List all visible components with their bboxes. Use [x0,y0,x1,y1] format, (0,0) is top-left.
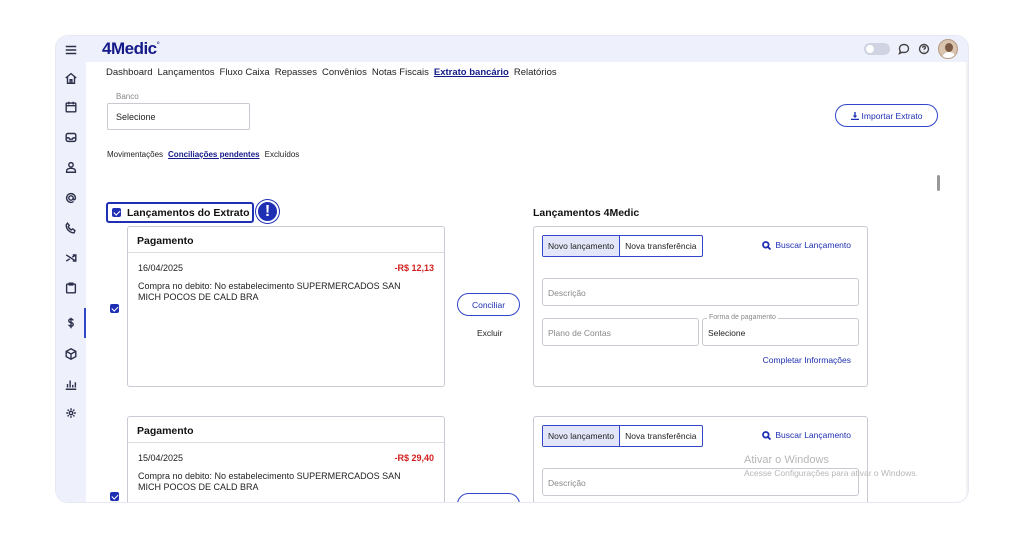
select-all-checkbox[interactable] [112,208,121,217]
buscar-lancamento-label: Buscar Lançamento [775,240,851,250]
excluir-link[interactable]: Excluir [477,328,503,338]
windows-watermark-text: Acesse Configurações para ativar o Windo… [744,468,918,478]
main-nav: Dashboard Lançamentos Fluxo Caixa Repass… [106,67,557,78]
topbar-icons [864,39,958,59]
nav-item-repasses[interactable]: Repasses [275,67,317,78]
sidebar [56,36,86,502]
tab-movimentacoes[interactable]: Movimentações [107,150,163,159]
box-icon[interactable] [63,346,79,362]
descricao-input[interactable]: Descrição [542,278,859,306]
tab-conciliacoes-pendentes[interactable]: Conciliações pendentes [168,150,260,159]
app-window: 4Medic° Dashboard Lançamentos Fluxo Caix… [56,36,968,502]
calendar-icon[interactable] [63,99,79,115]
nova-transferencia-tab[interactable]: Nova transferência [620,426,701,446]
entry-date: 16/04/2025 [138,263,184,273]
buscar-lancamento-link[interactable]: Buscar Lançamento [762,240,851,250]
forma-pagamento-value: Selecione [708,328,746,338]
nav-item-relatorios[interactable]: Relatórios [514,67,557,78]
help-icon[interactable] [918,43,930,55]
theme-toggle[interactable] [864,43,890,55]
download-icon [850,111,859,120]
entry-amount: -R$ 29,40 [394,453,434,463]
entry-card: Pagamento 15/04/2025 -R$ 29,40 Compra no… [127,416,445,502]
buscar-lancamento-label: Buscar Lançamento [775,430,851,440]
entry-checkbox[interactable] [110,304,119,313]
menu-icon[interactable] [63,42,79,58]
forma-pagamento-select[interactable]: Forma de pagamento Selecione [702,314,859,346]
entry-title: Pagamento [128,417,444,443]
forma-pagamento-label: Forma de pagamento [707,314,778,321]
avatar[interactable] [938,39,958,59]
nav-item-extrato-bancario[interactable]: Extrato bancário [434,67,509,78]
chart-icon[interactable] [63,376,79,392]
import-extrato-button[interactable]: Importar Extrato [835,104,938,127]
search-icon [762,430,772,440]
subtabs: Movimentações Conciliações pendentes Exc… [107,150,299,159]
entry-description: Compra no debito: No estabelecimento SUP… [138,281,401,302]
user-icon[interactable] [63,159,79,175]
extrato-title: Lançamentos do Extrato [127,206,250,219]
nav-item-convenios[interactable]: Convênios [322,67,367,78]
conciliar-button[interactable]: Conciliar [457,293,520,316]
conciliar-button[interactable] [457,493,520,502]
windows-watermark-title: Ativar o Windows [744,454,829,466]
shuffle-icon[interactable] [63,250,79,266]
entry-amount: -R$ 12,13 [394,263,434,273]
logo-text: 4Medic [102,39,157,58]
topbar: 4Medic° [86,36,968,62]
entry-description: Compra no debito: No estabelecimento SUP… [138,471,401,492]
scrollbar-track[interactable] [966,62,968,502]
phone-icon[interactable] [63,220,79,236]
tab-excluidos[interactable]: Excluídos [265,150,300,159]
extrato-header[interactable]: Lançamentos do Extrato [106,202,254,223]
settings-icon[interactable] [63,405,79,421]
scrollbar-thumb[interactable] [937,175,940,191]
buscar-lancamento-link[interactable]: Buscar Lançamento [762,430,851,440]
clipboard-icon[interactable] [63,280,79,296]
search-icon [762,240,772,250]
medic-form: Novo lançamento Nova transferência Busca… [533,226,868,387]
completar-informacoes-link[interactable]: Completar Informações [763,355,851,365]
nova-transferencia-tab[interactable]: Nova transferência [620,236,701,256]
home-icon[interactable] [63,70,79,86]
entry-checkbox[interactable] [110,492,119,501]
import-extrato-label: Importar Extrato [861,110,923,121]
launch-type-toggle: Novo lançamento Nova transferência [542,425,703,447]
novo-lancamento-tab[interactable]: Novo lançamento [543,426,621,446]
banco-label: Banco [116,92,139,101]
at-icon[interactable] [63,190,79,206]
app-logo[interactable]: 4Medic° [102,39,160,59]
nav-item-fluxo-caixa[interactable]: Fluxo Caixa [220,67,270,78]
logo-trademark: ° [156,40,160,50]
sidebar-active-indicator [84,308,86,338]
entry-date: 15/04/2025 [138,453,184,463]
chat-icon[interactable] [898,43,910,55]
launch-type-toggle: Novo lançamento Nova transferência [542,235,703,257]
nav-item-notas-fiscais[interactable]: Notas Fiscais [372,67,429,78]
nav-item-dashboard[interactable]: Dashboard [106,67,152,78]
inbox-icon[interactable] [63,129,79,145]
banco-select[interactable]: Selecione [107,103,250,130]
alert-icon: ! [256,200,279,223]
novo-lancamento-tab[interactable]: Novo lançamento [543,236,621,256]
medic-title: Lançamentos 4Medic [533,207,640,219]
plano-contas-select[interactable]: Plano de Contas [542,318,699,346]
nav-item-lancamentos[interactable]: Lançamentos [157,67,214,78]
entry-card: Pagamento 16/04/2025 -R$ 12,13 Compra no… [127,226,445,387]
dollar-icon[interactable] [63,315,79,331]
entry-title: Pagamento [128,227,444,253]
